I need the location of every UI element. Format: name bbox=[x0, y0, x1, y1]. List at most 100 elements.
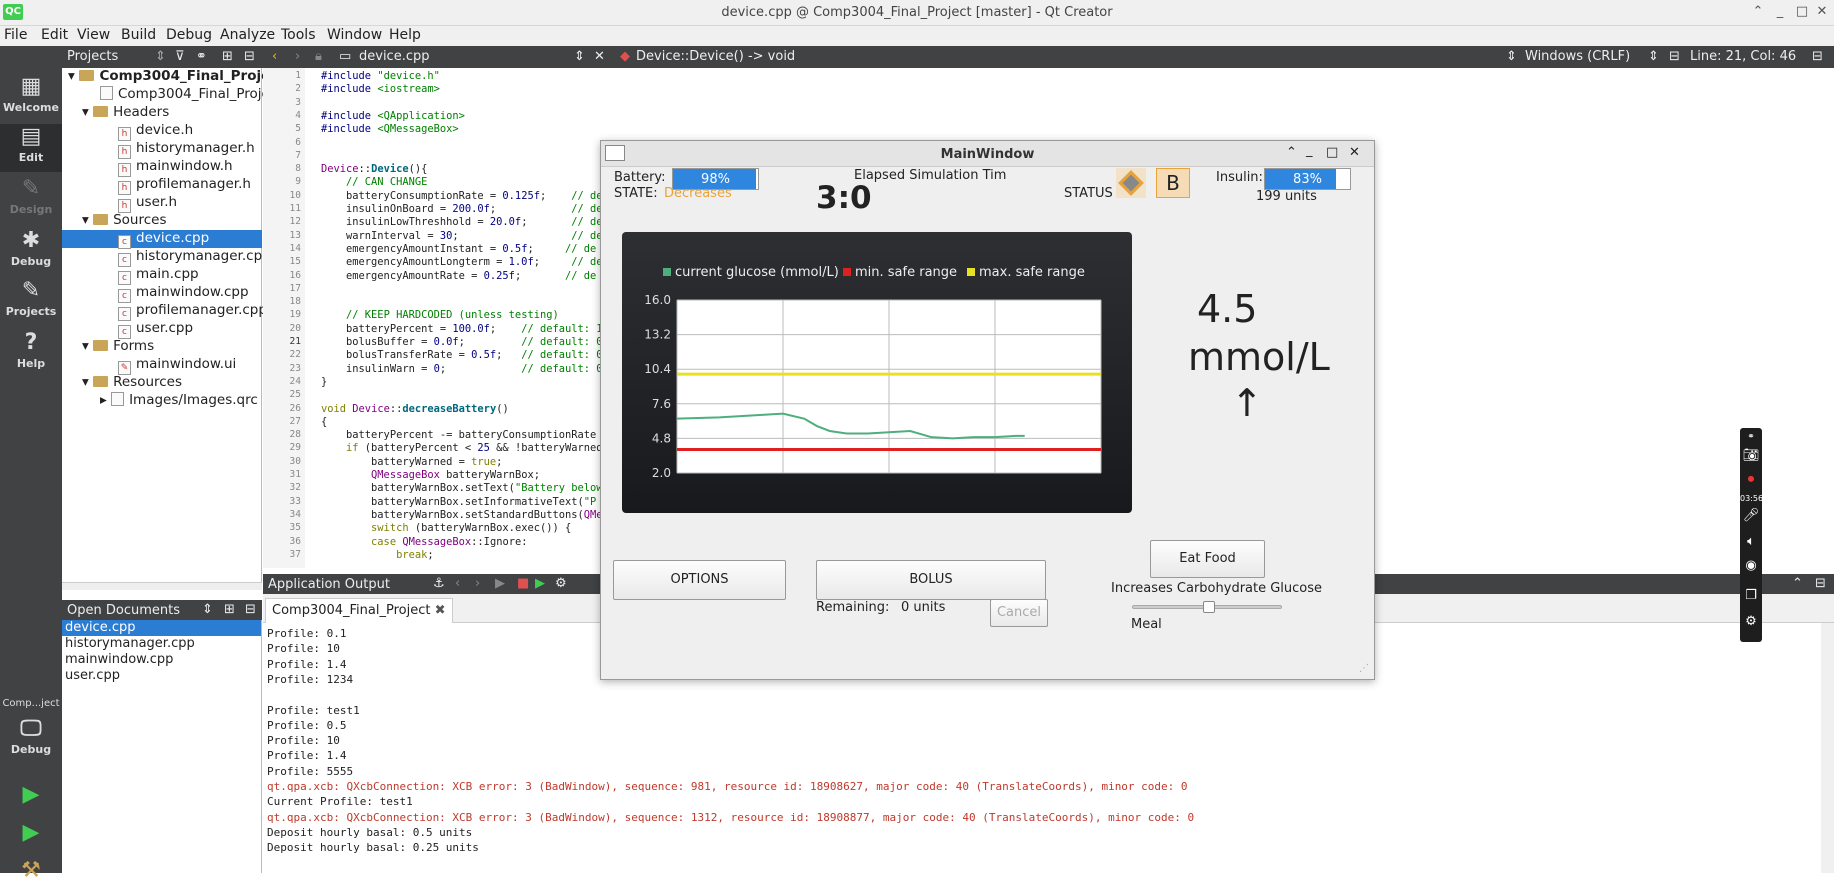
tree-item-user-cpp[interactable]: c user.cpp bbox=[62, 320, 262, 339]
close-panel-icon[interactable]: ⊟ bbox=[244, 49, 255, 64]
close-button[interactable]: ✕ bbox=[1814, 4, 1830, 19]
tree-item-root[interactable]: ▾ Comp3004_Final_Project bbox=[62, 68, 285, 86]
tree-item-device-h[interactable]: h device.h bbox=[62, 122, 262, 141]
menu-debug[interactable]: Debug bbox=[166, 27, 212, 43]
copy-icon[interactable]: ❐ bbox=[1740, 588, 1762, 603]
menu-window[interactable]: Window bbox=[327, 27, 382, 43]
rerun-icon[interactable]: ▶ bbox=[495, 576, 505, 591]
mode-projects[interactable]: ✎ Projects bbox=[0, 278, 62, 326]
build-button[interactable]: ⚒ bbox=[0, 858, 62, 885]
cursor-position[interactable]: Line: 21, Col: 46 bbox=[1690, 49, 1796, 64]
open-doc-item[interactable]: device.cpp bbox=[62, 620, 261, 636]
menu-analyze[interactable]: Analyze bbox=[220, 27, 275, 43]
mode-welcome[interactable]: ▦ Welcome bbox=[0, 74, 62, 122]
settings-icon[interactable]: ⚙ bbox=[555, 576, 567, 591]
link-icon[interactable]: ⚭ bbox=[1740, 432, 1762, 442]
meal-slider-handle[interactable] bbox=[1203, 601, 1215, 613]
gear-icon[interactable]: ⚙ bbox=[1740, 614, 1762, 629]
menu-edit[interactable]: Edit bbox=[41, 27, 68, 43]
tree-item-profilemanager-h[interactable]: h profilemanager.h bbox=[62, 176, 262, 195]
open-doc-item[interactable]: mainwindow.cpp bbox=[62, 652, 261, 668]
tree-item-forms[interactable]: ▾ Forms bbox=[62, 338, 262, 356]
maximize-button[interactable]: □ bbox=[1794, 4, 1810, 19]
file-tab[interactable]: device.cpp bbox=[359, 49, 429, 64]
tree-item-main-cpp[interactable]: c main.cpp bbox=[62, 266, 262, 285]
meal-slider[interactable] bbox=[1132, 601, 1282, 613]
debug-icon[interactable]: ▶ bbox=[535, 576, 545, 591]
minimize-icon[interactable]: ⌃ bbox=[1750, 4, 1766, 19]
tree-item-mainwindow-h[interactable]: h mainwindow.h bbox=[62, 158, 262, 177]
back-icon[interactable]: ‹ bbox=[272, 49, 277, 64]
file-dropdown-icon[interactable]: ⇕ bbox=[574, 49, 585, 64]
split-icon[interactable]: ⊞ bbox=[224, 602, 235, 617]
close-pane-icon[interactable]: ⊟ bbox=[1815, 576, 1826, 591]
split-editor-icon[interactable]: ⊟ bbox=[1669, 49, 1680, 64]
mode-help[interactable]: ? Help bbox=[0, 330, 62, 378]
stop-icon[interactable]: ■ bbox=[517, 576, 529, 591]
menu-tools[interactable]: Tools bbox=[281, 27, 316, 43]
speaker-icon[interactable]: 🔈︎ bbox=[1740, 534, 1762, 549]
debug-run-button[interactable]: ▶ bbox=[0, 820, 62, 847]
menu-view[interactable]: View bbox=[77, 27, 110, 43]
tree-item-mainwindow-cpp[interactable]: c mainwindow.cpp bbox=[62, 284, 262, 303]
eat-food-button[interactable]: Eat Food bbox=[1150, 540, 1265, 578]
sort-icon[interactable]: ⇕ bbox=[155, 49, 166, 64]
output-tab[interactable]: Comp3004_Final_Project ✖ bbox=[265, 598, 453, 623]
tree-hscrollbar[interactable] bbox=[62, 582, 262, 590]
menu-file[interactable]: File bbox=[4, 27, 27, 43]
dropdown-icon[interactable]: ⇕ bbox=[202, 602, 213, 617]
tree-item-historymanager-cpp[interactable]: c historymanager.cpp bbox=[62, 248, 271, 267]
tree-item-user-h[interactable]: h user.h bbox=[62, 194, 262, 213]
split-icon[interactable]: ⊞ bbox=[222, 49, 233, 64]
cancel-button[interactable]: Cancel bbox=[990, 599, 1048, 627]
run-button[interactable]: ▶ bbox=[0, 782, 62, 809]
line-endings-selector[interactable]: Windows (CRLF) bbox=[1525, 49, 1630, 64]
tree-item-profilemanager-cpp[interactable]: c profilemanager.cpp bbox=[62, 302, 267, 321]
link-icon[interactable]: ⚭ bbox=[196, 49, 207, 64]
mode-debug[interactable]: ✱ Debug bbox=[0, 228, 62, 276]
tree-item-images-qrc[interactable]: ▸ Images/Images.qrc bbox=[62, 392, 262, 410]
app-minimize-button[interactable]: _ bbox=[1306, 143, 1313, 158]
open-doc-item[interactable]: user.cpp bbox=[62, 668, 261, 684]
tree-item-pro[interactable]: Comp3004_Final_Project.pro bbox=[62, 86, 309, 104]
line-endings-dropdown-icon[interactable]: ⇕ bbox=[1506, 49, 1517, 64]
tree-item-headers[interactable]: ▾ Headers bbox=[62, 104, 262, 122]
open-doc-item[interactable]: historymanager.cpp bbox=[62, 636, 261, 652]
app-close-button[interactable]: ✕ bbox=[1349, 145, 1360, 160]
forward-icon[interactable]: › bbox=[295, 49, 300, 64]
split-view-icon[interactable]: ⊟ bbox=[1812, 49, 1823, 64]
symbol-selector[interactable]: Device::Device() -> void bbox=[636, 49, 795, 64]
menu-help[interactable]: Help bbox=[389, 27, 421, 43]
kit-selector[interactable]: 🖵︎ Debug bbox=[0, 716, 62, 766]
tree-item-device-cpp[interactable]: c device.cpp bbox=[62, 230, 262, 249]
encoding-dropdown-icon[interactable]: ⇕ bbox=[1648, 49, 1659, 64]
kit-project[interactable]: Comp...ject bbox=[0, 698, 62, 709]
attach-icon[interactable]: ⚓︎ bbox=[433, 576, 445, 591]
projects-selector[interactable]: Projects bbox=[67, 49, 118, 64]
record-icon[interactable]: ⏺ bbox=[1740, 472, 1762, 487]
close-tab-icon[interactable]: ✖ bbox=[435, 603, 446, 618]
tree-item-mainwindow-ui[interactable]: ✎ mainwindow.ui bbox=[62, 356, 262, 375]
prev-icon[interactable]: ‹ bbox=[455, 576, 460, 591]
output-scrollbar[interactable] bbox=[1821, 623, 1834, 873]
options-button[interactable]: OPTIONS bbox=[613, 560, 786, 600]
bolus-button[interactable]: BOLUS bbox=[816, 560, 1046, 600]
webcam-icon[interactable]: ◉ bbox=[1740, 558, 1762, 573]
next-icon[interactable]: › bbox=[475, 576, 480, 591]
mode-edit[interactable]: ▤ Edit bbox=[0, 124, 62, 172]
maximize-pane-icon[interactable]: ⌃ bbox=[1792, 576, 1803, 591]
mode-design[interactable]: ✎ Design bbox=[0, 176, 62, 224]
app-maximize-button[interactable]: □ bbox=[1326, 145, 1338, 160]
menu-build[interactable]: Build bbox=[121, 27, 156, 43]
resize-grip-icon[interactable]: ⋰ bbox=[1359, 663, 1369, 674]
camera-icon[interactable]: 📷︎ bbox=[1740, 448, 1762, 463]
close-panel-icon[interactable]: ⊟ bbox=[245, 602, 256, 617]
tree-item-historymanager-h[interactable]: h historymanager.h bbox=[62, 140, 262, 159]
mic-icon[interactable]: 🎤︎ bbox=[1740, 508, 1762, 523]
tree-item-sources[interactable]: ▾ Sources bbox=[62, 212, 262, 230]
filter-icon[interactable]: ⊽ bbox=[175, 49, 185, 64]
shade-button[interactable]: ⌃ bbox=[1286, 145, 1297, 160]
minimize-button[interactable]: _ bbox=[1772, 4, 1788, 19]
close-file-icon[interactable]: ✕ bbox=[594, 49, 605, 64]
tree-item-resources[interactable]: ▾ Resources bbox=[62, 374, 262, 392]
